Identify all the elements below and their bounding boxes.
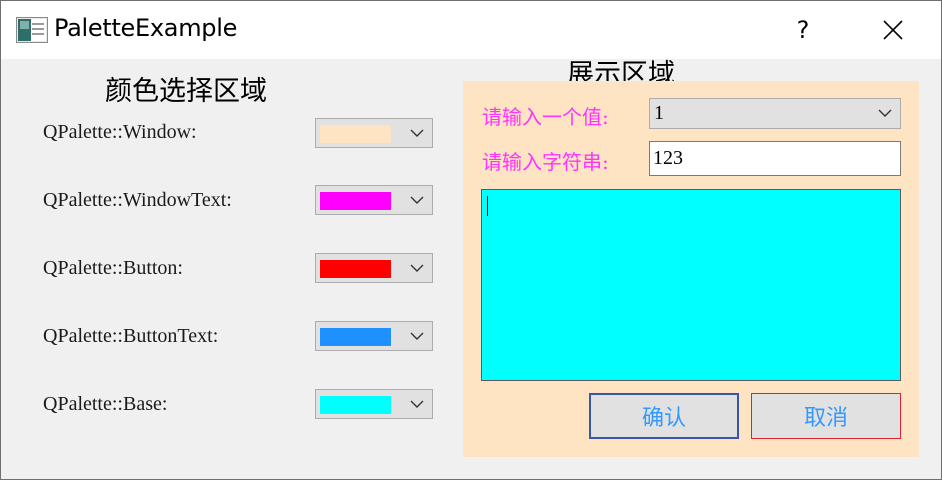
cancel-button[interactable]: 取消 [751, 393, 901, 439]
chevron-down-icon [410, 332, 424, 340]
display-panel: 请输入一个值: 1 请输入字符串: 确认 取消 [463, 81, 919, 457]
chevron-down-icon [410, 264, 424, 272]
value-label: 请输入一个值: [482, 105, 609, 129]
base-color-label: QPalette::Base: [43, 393, 168, 415]
app-icon [16, 17, 48, 43]
value-combo[interactable]: 1 [649, 98, 901, 129]
string-input[interactable] [649, 141, 901, 176]
window-color-label: QPalette::Window: [43, 121, 197, 143]
value-combo-selected: 1 [654, 102, 664, 124]
button-color-swatch [320, 260, 391, 278]
main-window: PaletteExample ? 颜色选择区域 QPalette::Window… [0, 0, 942, 480]
chevron-down-icon [410, 196, 424, 204]
close-button[interactable] [863, 1, 923, 59]
buttontext-color-swatch [320, 328, 391, 346]
windowtext-color-swatch [320, 192, 391, 210]
close-icon [883, 20, 903, 40]
buttontext-color-combo[interactable] [315, 321, 433, 351]
window-color-swatch [320, 125, 391, 143]
chevron-down-icon [410, 400, 424, 408]
text-edit-area[interactable] [481, 189, 901, 381]
text-caret [487, 196, 488, 216]
chevron-down-icon [878, 109, 892, 117]
string-label: 请输入字符串: [482, 150, 609, 174]
window-title: PaletteExample [54, 14, 238, 42]
window-color-combo[interactable] [315, 118, 433, 148]
button-color-label: QPalette::Button: [43, 257, 183, 279]
color-select-title: 颜色选择区域 [105, 76, 267, 107]
base-color-combo[interactable] [315, 389, 433, 419]
ok-button[interactable]: 确认 [589, 393, 739, 439]
windowtext-color-combo[interactable] [315, 185, 433, 215]
windowtext-color-label: QPalette::WindowText: [43, 189, 232, 211]
buttontext-color-label: QPalette::ButtonText: [43, 325, 219, 347]
base-color-swatch [320, 396, 391, 414]
chevron-down-icon [410, 129, 424, 137]
title-bar[interactable]: PaletteExample ? [1, 1, 941, 59]
button-color-combo[interactable] [315, 253, 433, 283]
help-button[interactable]: ? [773, 1, 833, 59]
